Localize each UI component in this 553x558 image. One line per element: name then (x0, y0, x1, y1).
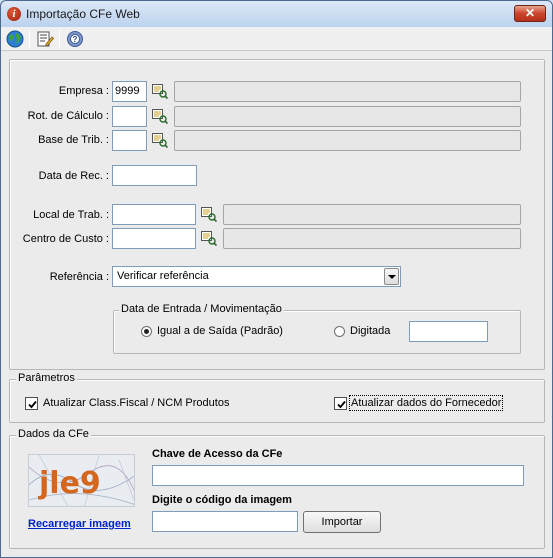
toolbar: ? (1, 27, 552, 51)
close-button[interactable]: ✕ (514, 5, 546, 22)
chave-acesso-input[interactable] (152, 465, 524, 486)
digitada-radio[interactable] (334, 326, 345, 337)
digitada-date-input[interactable] (409, 321, 488, 342)
centro-custo-description (223, 228, 521, 249)
import-button[interactable]: Importar (303, 511, 381, 533)
empresa-input[interactable]: 9999 (112, 81, 147, 102)
reload-image-link[interactable]: Recarregar imagem (28, 518, 131, 530)
local-trab-lookup-icon[interactable] (201, 206, 218, 223)
referencia-selected-value: Verificar referência (117, 270, 209, 282)
globe-icon[interactable] (5, 29, 25, 49)
atualizar-fornecedor-label: Atualizar dados do Fornecedor (348, 395, 504, 411)
base-trib-lookup-icon[interactable] (152, 132, 169, 149)
toolbar-separator (29, 30, 30, 48)
atualizar-fornecedor-checkbox[interactable] (334, 397, 347, 410)
rot-calculo-lookup-icon[interactable] (152, 108, 169, 125)
codigo-imagem-input[interactable] (152, 511, 298, 532)
centro-custo-label: Centro de Custo : (22, 233, 109, 245)
codigo-imagem-label: Digite o código da imagem (152, 494, 292, 506)
data-rec-input[interactable] (112, 165, 197, 186)
base-trib-description (174, 130, 521, 151)
data-rec-label: Data de Rec. : (38, 170, 109, 182)
captcha-image: jle9 (28, 454, 135, 507)
empresa-label: Empresa : (58, 85, 109, 97)
base-trib-label: Base de Trib. : (38, 134, 109, 146)
empresa-lookup-icon[interactable] (152, 83, 169, 100)
base-trib-input[interactable] (112, 130, 147, 151)
app-icon: i (7, 7, 21, 21)
local-trab-description (223, 204, 521, 225)
local-trab-input[interactable] (112, 204, 196, 225)
centro-custo-input[interactable] (112, 228, 196, 249)
igual-saida-label: Igual a de Saída (Padrão) (157, 325, 283, 337)
digitada-label: Digitada (350, 325, 391, 337)
edit-icon[interactable] (35, 29, 55, 49)
rot-calculo-label: Rot. de Cálculo : (27, 110, 109, 122)
toolbar-separator (59, 30, 60, 48)
rot-calculo-input[interactable] (112, 106, 147, 127)
window-title: Importação CFe Web (26, 7, 140, 21)
help-icon[interactable]: ? (65, 29, 85, 49)
atualizar-class-label: Atualizar Class.Fiscal / NCM Produtos (43, 397, 230, 409)
parametros-legend: Parâmetros (16, 372, 77, 384)
title-bar[interactable]: i Importação CFe Web ✕ (1, 1, 552, 27)
data-entrada-legend: Data de Entrada / Movimentação (119, 303, 284, 315)
chave-acesso-label: Chave de Acesso da CFe (152, 448, 283, 460)
main-window: i Importação CFe Web ✕ ? Empresa: 9999 … (0, 0, 553, 558)
referencia-label: Referência : (49, 271, 109, 283)
local-trab-label: Local de Trab. : (33, 209, 109, 221)
rot-calculo-description (174, 106, 521, 127)
atualizar-class-checkbox[interactable] (25, 397, 38, 410)
svg-text:?: ? (73, 35, 78, 44)
centro-custo-lookup-icon[interactable] (201, 230, 218, 247)
dados-cfe-legend: Dados da CFe (16, 428, 91, 440)
empresa-description (174, 81, 521, 102)
igual-saida-radio[interactable] (141, 326, 152, 337)
referencia-select[interactable]: Verificar referência (112, 266, 401, 287)
captcha-text: jle9 (38, 466, 101, 501)
chevron-down-icon[interactable] (384, 268, 399, 285)
